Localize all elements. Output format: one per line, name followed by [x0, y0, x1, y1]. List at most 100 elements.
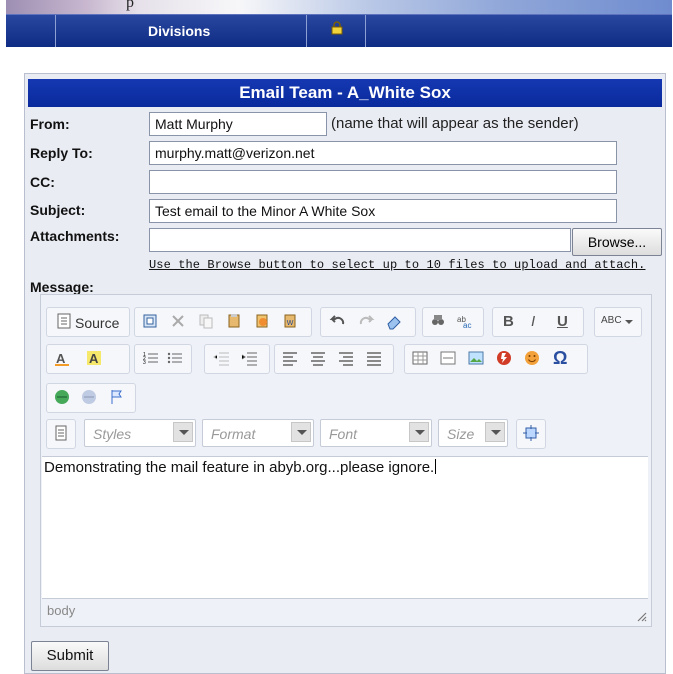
paste-text-icon[interactable] [253, 312, 271, 330]
styles-dropdown[interactable]: Styles [84, 419, 196, 447]
spellcheck-group: ABC [594, 307, 642, 337]
nav-separator [365, 15, 366, 47]
align-center-icon[interactable] [309, 349, 327, 367]
chevron-down-icon [409, 422, 429, 442]
toolbar-row-4: Styles Format Font Size ▲ [46, 419, 646, 585]
svg-text:3: 3 [143, 360, 146, 366]
styles-label: Styles [93, 426, 132, 442]
email-team-panel: Email Team - A_White Sox From: (name tha… [24, 73, 666, 674]
message-text: Demonstrating the mail feature in abyb.o… [44, 459, 435, 476]
svg-text:ac: ac [463, 321, 471, 330]
special-character-button[interactable]: Ω [553, 348, 567, 369]
table-icon[interactable] [411, 349, 429, 367]
smiley-icon[interactable] [523, 349, 541, 367]
chevron-down-icon [485, 422, 505, 442]
cut-icon[interactable] [169, 312, 187, 330]
paste-word-icon[interactable]: W [281, 312, 299, 330]
image-icon[interactable] [467, 349, 485, 367]
format-label: Format [211, 426, 256, 442]
italic-button[interactable]: I [531, 313, 535, 330]
anchor-flag-icon[interactable] [108, 388, 126, 406]
chevron-down-icon [173, 422, 193, 442]
source-icon [57, 313, 71, 329]
subject-input[interactable] [149, 199, 617, 223]
select-all-icon[interactable] [141, 312, 159, 330]
justify-icon[interactable] [365, 349, 383, 367]
increase-indent-icon[interactable] [241, 349, 259, 367]
paste-icon[interactable] [225, 312, 243, 330]
message-body[interactable]: Demonstrating the mail feature in abyb.o… [42, 456, 648, 599]
format-dropdown[interactable]: Format [202, 419, 314, 447]
indent-group [204, 344, 270, 374]
top-banner: p Divisions [6, 0, 672, 47]
insert-group: Ω [404, 344, 588, 374]
source-group: Source [46, 307, 130, 337]
nav-item-divisions[interactable]: Divisions [148, 23, 210, 39]
toolbar-row-3 [46, 383, 646, 413]
attachments-input[interactable] [149, 228, 571, 252]
history-group [320, 307, 416, 337]
copy-icon[interactable] [197, 312, 215, 330]
eraser-icon[interactable] [385, 312, 403, 330]
bulleted-list-icon[interactable] [166, 349, 184, 367]
text-color-icon[interactable]: A [53, 349, 71, 367]
template-icon[interactable] [52, 424, 70, 442]
from-input[interactable] [149, 112, 327, 136]
unlink-icon[interactable] [80, 388, 98, 406]
link-icon[interactable] [53, 388, 71, 406]
background-color-icon[interactable]: A [85, 349, 103, 367]
redo-icon[interactable] [357, 312, 375, 330]
maximize-group [516, 419, 546, 449]
text-format-group: B I U [492, 307, 584, 337]
horizontal-rule-icon[interactable] [439, 349, 457, 367]
source-button[interactable]: Source [75, 315, 119, 331]
from-hint: (name that will appear as the sender) [331, 115, 579, 132]
cc-input[interactable] [149, 170, 617, 194]
size-label: Size [447, 426, 475, 442]
from-label: From: [30, 116, 70, 132]
chevron-down-icon[interactable] [625, 318, 633, 326]
color-group: A A [46, 344, 130, 374]
numbered-list-icon[interactable]: 123 [142, 349, 160, 367]
clipboard-group: W [134, 307, 312, 337]
underline-button[interactable]: U [557, 313, 568, 330]
navigation-bar: Divisions [6, 14, 672, 47]
editor-path-status: body [47, 603, 76, 618]
nav-separator [306, 15, 307, 47]
alignment-group [274, 344, 394, 374]
align-left-icon[interactable] [281, 349, 299, 367]
font-dropdown[interactable]: Font [320, 419, 432, 447]
align-right-icon[interactable] [337, 349, 355, 367]
svg-text:A: A [89, 351, 99, 366]
toolbar-row-2: A A 123 Ω [46, 344, 646, 374]
chevron-down-icon [291, 422, 311, 442]
bold-button[interactable]: B [503, 313, 514, 330]
subject-label: Subject: [30, 202, 86, 218]
submit-button[interactable]: Submit [31, 641, 109, 671]
size-dropdown[interactable]: Size [438, 419, 508, 447]
reply-to-input[interactable] [149, 141, 617, 165]
decrease-indent-icon[interactable] [213, 349, 231, 367]
message-label: Message: [30, 279, 94, 295]
browse-button[interactable]: Browse... [572, 228, 662, 256]
nav-separator [55, 15, 56, 47]
resize-handle-icon[interactable] [635, 610, 647, 622]
reply-to-label: Reply To: [30, 145, 93, 161]
find-group: ab ac [422, 307, 484, 337]
font-label: Font [329, 426, 358, 442]
svg-text:A: A [56, 351, 66, 366]
spellcheck-button[interactable]: ABC [601, 315, 622, 326]
toolbar-row-1: Source W ab ac B I U ABC [46, 307, 646, 337]
svg-text:W: W [287, 320, 294, 327]
template-group [46, 419, 76, 449]
undo-icon[interactable] [329, 312, 347, 330]
text-cursor [435, 459, 437, 474]
find-icon[interactable] [429, 312, 447, 330]
replace-icon[interactable]: abac [455, 312, 473, 330]
link-group [46, 383, 136, 413]
lock-icon[interactable] [330, 21, 344, 35]
banner-text: p [126, 0, 134, 11]
maximize-icon[interactable] [522, 424, 540, 442]
flash-icon[interactable] [495, 349, 513, 367]
attachments-label: Attachments: [30, 228, 120, 244]
